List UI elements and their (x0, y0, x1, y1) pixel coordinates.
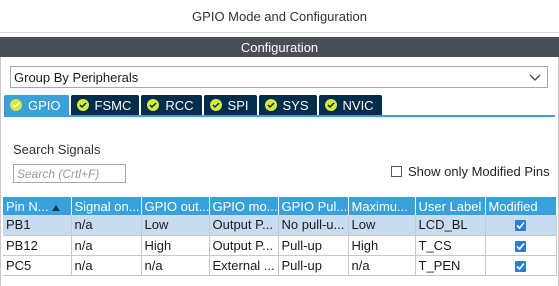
tab-rcc[interactable]: RCC (141, 95, 202, 115)
table-row[interactable]: PB12 n/a High Output P... Pull-up High T… (3, 235, 557, 256)
tab-gpio[interactable]: GPIO (4, 95, 69, 115)
cell-gpio-mode: External ... (209, 255, 279, 276)
check-circle-icon (264, 99, 277, 111)
column-header-gpio-pull[interactable]: GPIO Pul... (278, 197, 349, 215)
tab-sys[interactable]: SYS (258, 95, 317, 115)
tab-label: RCC (165, 97, 194, 113)
tab-label: GPIO (28, 97, 61, 113)
cell-pin: PB12 (3, 235, 72, 256)
cell-max-speed: n/a (348, 255, 416, 276)
cell-max-speed: High (348, 235, 416, 256)
cell-pin: PC5 (3, 255, 72, 276)
cell-gpio-pull: No pull-u... (278, 215, 349, 236)
cell-modified[interactable] (485, 215, 557, 236)
tab-label: SYS (282, 97, 309, 113)
tab-label: FSMC (94, 97, 132, 113)
chevron-down-icon (529, 74, 541, 81)
cell-user-label: T_PEN (415, 255, 486, 276)
cell-modified[interactable] (485, 255, 557, 276)
cell-signal: n/a (71, 255, 142, 276)
column-header-gpio-output[interactable]: GPIO out... (141, 197, 210, 215)
column-header-signal[interactable]: Signal on... (71, 197, 142, 215)
show-modified-label: Show only Modified Pins (408, 164, 550, 179)
show-modified-checkbox[interactable] (391, 166, 402, 177)
modified-checkbox[interactable] (515, 240, 526, 252)
cell-signal: n/a (71, 235, 142, 256)
column-header-modified[interactable]: Modified (485, 197, 557, 215)
table-header-row: Pin N... Signal on... GPIO out... GPIO m… (3, 197, 557, 215)
cell-gpio-mode: Output P... (209, 235, 279, 256)
check-circle-icon (324, 99, 337, 111)
cell-gpio-pull: Pull-up (278, 255, 349, 276)
column-header-gpio-mode[interactable]: GPIO mo... (209, 197, 279, 215)
cell-signal: n/a (71, 215, 142, 236)
cell-gpio-output: n/a (141, 255, 210, 276)
cell-pin: PB1 (3, 215, 72, 236)
cell-gpio-mode: Output P... (209, 215, 279, 236)
sort-ascending-icon (51, 204, 60, 211)
cell-user-label: LCD_BL (415, 215, 486, 236)
window-title: GPIO Mode and Configuration (0, 0, 559, 33)
cell-user-label: T_CS (415, 235, 486, 256)
modified-checkbox[interactable] (515, 260, 526, 272)
pin-configuration-table: Pin N... Signal on... GPIO out... GPIO m… (3, 197, 557, 276)
check-circle-icon (147, 99, 160, 111)
group-by-value: Group By Peripherals (14, 69, 139, 85)
table-row[interactable]: PB1 n/a Low Output P... No pull-u... Low… (3, 215, 557, 236)
group-by-dropdown[interactable]: Group By Peripherals (10, 66, 548, 88)
cell-gpio-output: Low (141, 215, 210, 236)
check-circle-icon (209, 99, 222, 111)
peripheral-tabs: GPIO FSMC RCC SPI SYS NVIC (4, 95, 382, 115)
cell-max-speed: Low (348, 215, 416, 236)
search-signals-input[interactable] (13, 164, 126, 183)
configuration-header: Configuration (0, 37, 559, 57)
tab-fsmc[interactable]: FSMC (70, 95, 140, 115)
table-row[interactable]: PC5 n/a n/a External ... Pull-up n/a T_P… (3, 255, 557, 276)
column-header-max-speed[interactable]: Maximu... (348, 197, 416, 215)
cell-modified[interactable] (485, 235, 557, 256)
tab-underline (4, 115, 555, 117)
tab-label: SPI (227, 97, 249, 113)
show-modified-toggle[interactable]: Show only Modified Pins (391, 164, 550, 179)
cell-gpio-output: High (141, 235, 210, 256)
search-signals-label: Search Signals (13, 142, 101, 157)
column-header-pin[interactable]: Pin N... (3, 197, 72, 215)
tab-label: NVIC (342, 97, 374, 113)
modified-checkbox[interactable] (515, 220, 526, 232)
tab-spi[interactable]: SPI (203, 95, 257, 115)
tab-nvic[interactable]: NVIC (318, 95, 382, 115)
check-circle-icon (76, 99, 89, 111)
check-circle-icon (10, 99, 22, 111)
column-header-user-label[interactable]: User Label (415, 197, 486, 215)
cell-gpio-pull: Pull-up (278, 235, 349, 256)
